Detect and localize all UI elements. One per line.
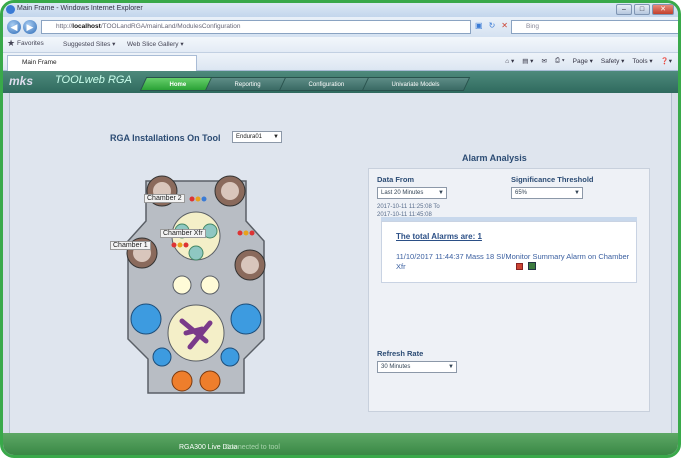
tab-univariate-label: Univariate Models [391,82,440,88]
chamber-3-center [221,182,239,200]
status-dots-chamber-2 [189,196,207,202]
installations-title: RGA Installations On Tool [110,133,221,143]
mail-icon[interactable]: ✉ [541,57,546,65]
wafer-slot-3 [188,245,204,261]
address-host: localhost [72,23,101,30]
chamber-8[interactable] [220,347,240,367]
alarm-panel: Data From Last 20 Minutes ▼ Significance… [368,168,650,412]
refresh-icon[interactable]: ↻ [489,21,496,30]
threshold-label: Significance Threshold [511,175,594,184]
tab-row: Main Frame ⌂ ▾ ▤ ▾ ✉ ⎙ ▾ Page ▾ Safety ▾… [3,53,678,71]
refresh-rate-select[interactable]: 30 Minutes ▼ [377,361,457,373]
search-input[interactable]: Bing [511,20,678,34]
command-bar: ⌂ ▾ ▤ ▾ ✉ ⎙ ▾ Page ▾ Safety ▾ Tools ▾ ❓▾ [505,57,672,65]
safety-menu[interactable]: Safety ▾ [601,57,625,65]
loadlock-b[interactable] [200,275,220,295]
chamber-4-center [241,256,259,274]
address-path: /TOOLandRGA/mainLand/ModulesConfiguratio… [100,23,241,30]
web-slice-gallery-link[interactable]: Web Slice Gallery ▾ [127,40,184,48]
data-from-select[interactable]: Last 20 Minutes ▼ [377,187,447,199]
stop-icon[interactable]: ✕ [501,21,508,30]
chevron-down-icon: ▼ [574,190,580,196]
help-icon[interactable]: ❓▾ [661,57,672,65]
address-actions: ▣ ↻ ✕ [475,21,508,30]
alarm-summary-box: The total Alarms are: 1 11/10/2017 11:44… [381,221,637,283]
window-controls: – □ ✕ [616,4,674,15]
status-dots-chamber-1 [171,242,189,248]
chamber-xfr-label[interactable]: Chamber Xfr [160,229,206,238]
window-title: Main Frame - Windows Internet Explorer [17,5,143,12]
mks-logo: mks [9,74,34,88]
address-prefix: http:// [56,23,73,30]
favorites-star-icon[interactable]: ★ [7,38,15,49]
close-button[interactable]: ✕ [652,4,674,15]
tool-select[interactable]: Endura01 ▼ [232,131,282,143]
date-range: 2017-10-11 11:25:08 To 2017-10-11 11:45:… [377,203,440,219]
back-button[interactable]: ◀ [7,20,21,34]
chevron-down-icon: ▼ [273,134,279,140]
suggested-sites-link[interactable]: Suggested Sites ▾ [63,40,115,48]
print-icon[interactable]: ⎙ ▾ [555,57,565,65]
tab-reporting[interactable]: Reporting [204,77,291,91]
chevron-down-icon: ▼ [448,364,454,370]
tab-label: Main Frame [22,59,57,66]
load-port-b[interactable] [199,370,221,392]
search-placeholder: Bing [526,23,540,30]
refresh-rate-label: Refresh Rate [377,349,424,358]
range-to: 2017-10-11 11:45:08 [377,212,432,218]
status-footer: RGA300 Live Data Connected to tool [3,433,678,455]
feeds-icon[interactable]: ▤ ▾ [522,57,533,65]
data-from-label: Data From [377,175,415,184]
browser-window: Main Frame - Windows Internet Explorer –… [0,0,681,458]
range-from: 2017-10-11 11:25:08 To [377,204,440,210]
app-header: mks TOOLweb RGA Home Reporting Configura… [3,71,678,93]
tools-menu[interactable]: Tools ▾ [632,57,652,65]
tab-configuration-label: Configuration [308,82,344,88]
footer-status-faint: Connected to tool [225,444,280,451]
chamber-1-label[interactable]: Chamber 1 [110,241,151,250]
maximize-button[interactable]: □ [634,4,650,15]
tab-univariate-models[interactable]: Univariate Models [362,77,471,91]
save-icon[interactable] [528,262,536,270]
alarm-report-icon[interactable] [516,263,523,270]
chevron-down-icon: ▼ [438,190,444,196]
tab-configuration[interactable]: Configuration [278,77,375,91]
app-area: mks TOOLweb RGA Home Reporting Configura… [3,71,678,455]
chamber-6[interactable] [230,303,262,335]
ie-icon [6,5,15,14]
page-menu[interactable]: Page ▾ [573,57,593,65]
chamber-7[interactable] [152,347,172,367]
tool-diagram [126,175,266,394]
tab-reporting-label: Reporting [234,82,261,88]
loadlock-a[interactable] [172,275,192,295]
minimize-button[interactable]: – [616,4,632,15]
status-dots-chamber-xfr [237,230,255,236]
total-alarms-link[interactable]: The total Alarms are: 1 [396,232,482,241]
nav-tabs: Home Reporting Configuration Univariate … [139,77,471,93]
tool-select-value: Endura01 [236,134,263,140]
chamber-2-label[interactable]: Chamber 2 [144,194,185,203]
home-icon[interactable]: ⌂ ▾ [505,57,514,65]
favorites-button[interactable]: Favorites [17,40,44,47]
app-body: RGA Installations On Tool Endura01 ▼ Cha… [9,93,672,433]
title-bar: Main Frame - Windows Internet Explorer –… [3,3,678,17]
tab-home-label: Home [169,82,187,88]
threshold-value: 65% [515,190,528,196]
compatibility-icon[interactable]: ▣ [475,21,483,30]
forward-button[interactable]: ▶ [23,20,37,34]
address-bar-row: ◀ ▶ http://localhost/TOOLandRGA/mainLand… [3,17,678,37]
address-field[interactable]: http://localhost/TOOLandRGA/mainLand/Mod… [41,20,471,34]
data-from-value: Last 20 Minutes [381,190,424,196]
threshold-select[interactable]: 65% ▼ [511,187,583,199]
alarm-analysis-title: Alarm Analysis [462,153,527,163]
chamber-5[interactable] [130,303,162,335]
product-logo: TOOLweb RGA [55,74,132,86]
tab-main-frame[interactable]: Main Frame [7,55,197,71]
favorites-bar: ★ Favorites Suggested Sites ▾ Web Slice … [3,37,678,53]
refresh-rate-value: 30 Minutes [381,364,411,370]
load-port-a[interactable] [171,370,193,392]
